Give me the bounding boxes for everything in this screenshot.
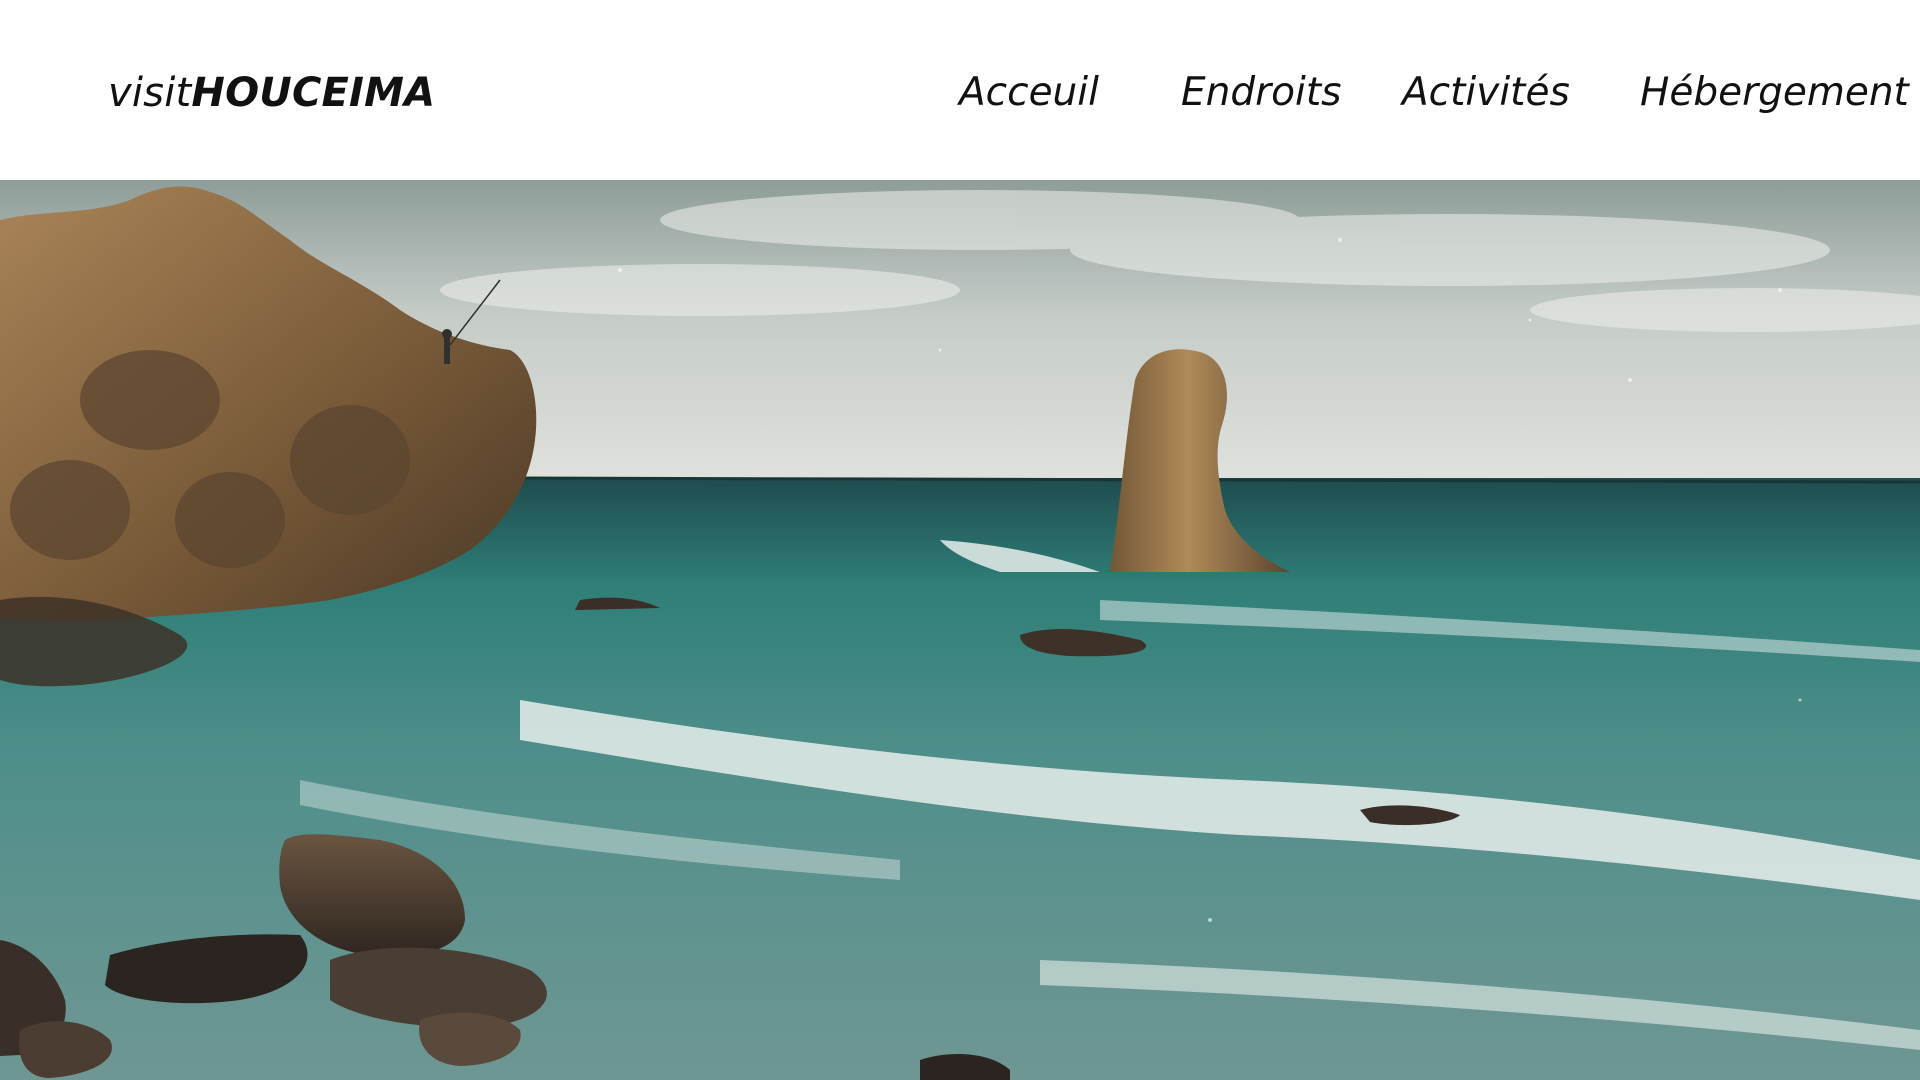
nav-link-endroits[interactable]: Endroits bbox=[1181, 66, 1341, 120]
hero-image bbox=[0, 180, 1920, 1080]
nav-link-activites[interactable]: Activités bbox=[1402, 66, 1570, 120]
logo-prefix: visit bbox=[108, 70, 192, 116]
nav-link-acceuil[interactable]: Acceuil bbox=[959, 66, 1099, 120]
coastal-landscape-photo bbox=[0, 180, 1920, 1080]
site-logo[interactable]: visitHOUCEIMA bbox=[108, 66, 435, 120]
logo-name: HOUCEIMA bbox=[191, 70, 436, 116]
nav-link-hebergement[interactable]: Hébergement bbox=[1640, 66, 1909, 120]
site-header: visitHOUCEIMA Acceuil Endroits Activités… bbox=[0, 0, 1920, 180]
